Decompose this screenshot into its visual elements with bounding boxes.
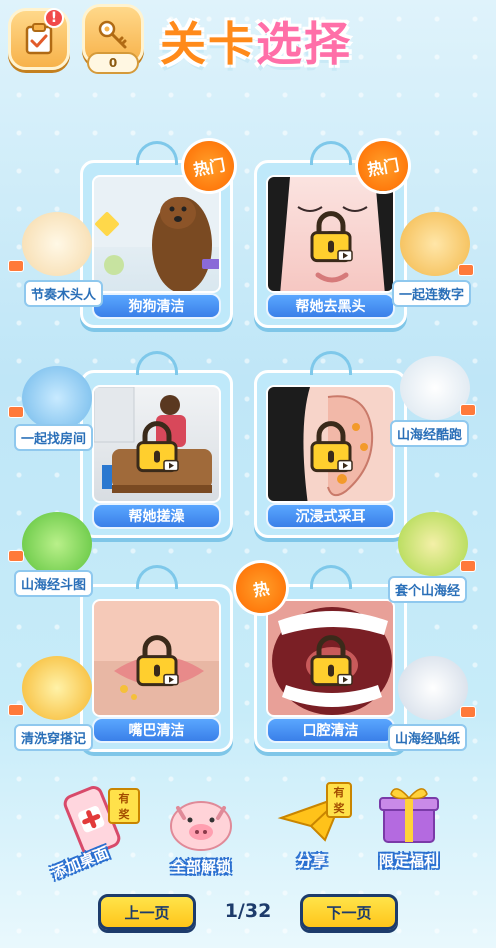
side-game-ring-shanhai[interactable]: 套个山海经	[388, 512, 476, 603]
side-game-label: 套个山海经	[388, 576, 468, 603]
key-count: 0	[87, 52, 139, 74]
video-ad-icon	[8, 704, 24, 716]
level-label: 口腔清洁	[266, 717, 395, 743]
side-game-label: 一起找房间	[14, 424, 94, 451]
page-title: 关卡选择	[160, 8, 352, 74]
side-game-shanhai-meme[interactable]: 山海经斗图	[4, 512, 94, 597]
side-game-label: 节奏木头人	[24, 280, 104, 307]
unlock-all-label: 全部解锁	[170, 858, 231, 876]
character-icon	[398, 656, 468, 720]
padlock-icon	[310, 635, 353, 687]
level-thumbnail	[266, 175, 395, 293]
video-ad-icon	[8, 260, 24, 272]
level-thumbnail	[92, 175, 221, 293]
share-button[interactable]: 有奖 分享	[272, 782, 352, 871]
unlock-all-button[interactable]: 全部解锁	[156, 796, 246, 877]
card-hook	[309, 141, 352, 165]
level-label: 沉浸式采耳	[266, 503, 395, 529]
level-thumbnail	[92, 599, 221, 717]
level-thumbnail	[92, 385, 221, 503]
level-thumbnail	[266, 599, 395, 717]
video-ad-icon	[8, 406, 24, 418]
share-label: 分享	[296, 852, 327, 870]
side-game-shanhai-run[interactable]: 山海经酷跑	[390, 356, 476, 447]
dog-illustration	[94, 177, 219, 291]
padlock-icon	[310, 211, 353, 263]
gift-box-icon	[379, 788, 439, 843]
padlock-icon	[136, 635, 179, 687]
page-indicator: 1/32	[224, 900, 272, 922]
card-hook	[135, 351, 178, 375]
side-game-label: 山海经酷跑	[390, 420, 470, 447]
side-game-label: 一起连数字	[392, 280, 472, 307]
level-label: 嘴巴清洁	[92, 717, 221, 743]
notification-badge: !	[44, 8, 64, 28]
level-thumbnail	[266, 385, 395, 503]
limited-bonus-button[interactable]: 限定福利	[364, 780, 454, 871]
level-card-dog-cleaning[interactable]: 热门 狗狗清洁	[80, 137, 238, 328]
side-game-label: 清洗穿搭记	[14, 724, 94, 751]
add-to-desktop-button[interactable]: 有奖 添加桌面	[44, 786, 140, 886]
side-game-rhythm-wooden[interactable]: 节奏木头人	[4, 212, 104, 307]
reward-tag: 有奖	[108, 788, 140, 824]
character-icon	[22, 656, 92, 720]
side-game-shanhai-sticker[interactable]: 山海经贴纸	[388, 656, 476, 751]
side-game-label: 山海经贴纸	[388, 724, 468, 751]
card-hook	[309, 565, 352, 589]
level-label: 狗狗清洁	[92, 293, 221, 319]
video-ad-icon	[8, 550, 24, 562]
video-ad-icon	[458, 264, 474, 276]
video-ad-icon	[460, 706, 476, 718]
padlock-icon	[310, 421, 353, 473]
level-label: 帮她搓澡	[92, 503, 221, 529]
prev-page-button[interactable]: 上一页	[98, 894, 196, 930]
character-icon	[22, 366, 92, 430]
card-hook	[309, 351, 352, 375]
limited-bonus-label: 限定福利	[378, 852, 439, 870]
level-card-blackhead[interactable]: 热门 帮她去黑头	[254, 137, 412, 328]
title-part2: 选择	[256, 17, 352, 71]
level-card-bath-scrub[interactable]: 帮她搓澡	[80, 351, 233, 538]
level-card-oral-cleaning[interactable]: 热 口腔清洁	[232, 559, 407, 752]
level-label: 帮她去黑头	[266, 293, 395, 319]
key-icon	[98, 20, 127, 49]
card-hook	[135, 565, 178, 589]
video-ad-icon	[460, 560, 476, 572]
side-game-find-room[interactable]: 一起找房间	[4, 366, 94, 451]
side-game-wash-dressup[interactable]: 清洗穿搭记	[4, 656, 94, 751]
padlock-icon	[136, 421, 179, 473]
level-card-ear-cleaning[interactable]: 沉浸式采耳	[254, 351, 407, 538]
next-page-button[interactable]: 下一页	[300, 894, 398, 930]
pig-icon	[170, 801, 232, 851]
title-part1: 关卡	[160, 17, 256, 71]
reward-tag: 有奖	[326, 782, 352, 818]
character-icon	[22, 512, 92, 576]
video-ad-icon	[460, 404, 476, 416]
level-card-mouth-cleaning[interactable]: 嘴巴清洁	[80, 565, 233, 752]
side-game-connect-numbers[interactable]: 一起连数字	[392, 212, 474, 307]
character-icon	[22, 212, 92, 276]
card-hook	[135, 141, 178, 165]
character-icon	[398, 512, 468, 576]
side-game-label: 山海经斗图	[14, 570, 94, 597]
